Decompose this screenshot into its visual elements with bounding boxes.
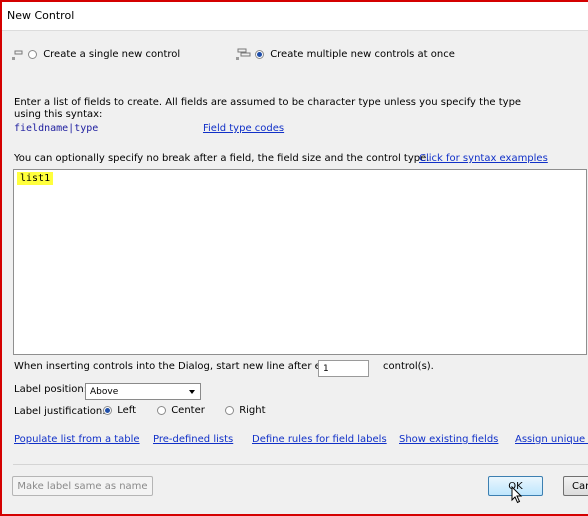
cancel-button[interactable]: Car [563,476,588,496]
newline-suffix-label: control(s). [383,361,434,372]
single-control-label: Create a single new control [43,49,181,60]
multiple-controls-label: Create multiple new controls at once [270,49,455,60]
label-position-label: Label position: [14,384,88,395]
multiple-controls-radio[interactable] [255,49,264,59]
instructions-line2: using this syntax: [14,109,103,120]
single-control-icon [12,50,23,60]
show-existing-fields-link[interactable]: Show existing fields [399,434,498,445]
syntax-example: fieldname|type [14,123,99,134]
field-list-textarea[interactable]: list1 [13,169,587,355]
single-control-option[interactable]: Create a single new control [28,49,180,60]
justify-center-radio[interactable] [157,405,166,415]
optional-instructions: You can optionally specify no break afte… [14,153,430,164]
field-type-codes-link[interactable]: Field type codes [203,123,284,134]
multiple-controls-option[interactable]: Create multiple new controls at once [255,49,455,60]
mouse-pointer-icon [511,486,523,504]
chevron-down-icon [189,390,195,394]
single-control-radio[interactable] [28,49,37,59]
label-justification-label: Label justification: [14,406,106,417]
justify-right-label: Right [239,405,266,416]
justify-center-option[interactable]: Center [157,405,205,416]
predefined-lists-link[interactable]: Pre-defined lists [153,434,233,445]
assign-unique-names-link[interactable]: Assign unique n [515,434,588,445]
justify-left-label: Left [117,405,137,416]
populate-from-table-link[interactable]: Populate list from a table [14,434,140,445]
newline-count-input[interactable]: 1 [318,360,369,377]
multiple-controls-icon [236,48,251,60]
justify-right-option[interactable]: Right [225,405,266,416]
justify-left-radio[interactable] [103,405,112,415]
title-bar: New Control [2,2,588,31]
justify-right-radio[interactable] [225,405,234,415]
footer-divider [13,464,588,465]
label-position-select[interactable]: Above [85,383,201,400]
field-list-entry: list1 [17,172,54,185]
make-label-same-as-name-button[interactable]: Make label same as name [12,476,153,496]
newline-prefix-label: When inserting controls into the Dialog,… [14,361,343,372]
define-label-rules-link[interactable]: Define rules for field labels [252,434,387,445]
label-position-value: Above [90,387,119,397]
dialog-title: New Control [7,9,75,22]
syntax-examples-link[interactable]: Click for syntax examples [419,153,548,164]
instructions-line1: Enter a list of fields to create. All fi… [14,97,522,108]
justify-center-label: Center [171,405,205,416]
justify-left-option[interactable]: Left [103,405,136,416]
